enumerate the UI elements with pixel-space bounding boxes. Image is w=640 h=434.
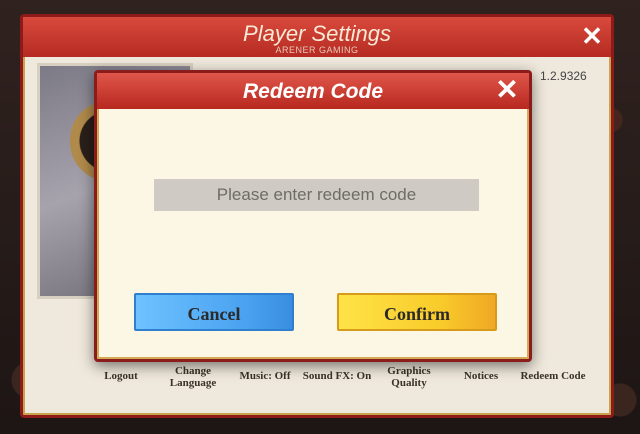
sound-fx-toggle-button[interactable]: Sound FX: On bbox=[297, 370, 377, 382]
change-language-button[interactable]: Change Language bbox=[153, 365, 233, 389]
notices-button[interactable]: Notices bbox=[441, 370, 521, 382]
logout-button[interactable]: Logout bbox=[81, 370, 161, 382]
settings-button-row: Logout Change Language Music: Off Sound … bbox=[63, 357, 603, 397]
redeem-code-input[interactable] bbox=[154, 179, 479, 211]
music-toggle-button[interactable]: Music: Off bbox=[225, 370, 305, 382]
dialog-header: Redeem Code ✕ bbox=[97, 73, 529, 109]
version-label: 1.2.9326 bbox=[540, 69, 587, 83]
graphics-quality-button[interactable]: Graphics Quality bbox=[369, 365, 449, 389]
close-icon[interactable]: ✕ bbox=[493, 76, 521, 104]
redeem-code-dialog: Redeem Code ✕ Cancel Confirm bbox=[94, 70, 532, 362]
settings-title: Player Settings bbox=[243, 21, 391, 46]
settings-header: Player Settings ARENER GAMING ✕ bbox=[23, 17, 611, 57]
redeem-code-button[interactable]: Redeem Code bbox=[513, 370, 593, 382]
dialog-title: Redeem Code bbox=[242, 80, 384, 103]
confirm-button[interactable]: Confirm bbox=[337, 293, 497, 331]
watermark-text: ARENER GAMING bbox=[275, 45, 359, 55]
cancel-button[interactable]: Cancel bbox=[134, 293, 294, 331]
settings-close-icon[interactable]: ✕ bbox=[579, 23, 605, 49]
